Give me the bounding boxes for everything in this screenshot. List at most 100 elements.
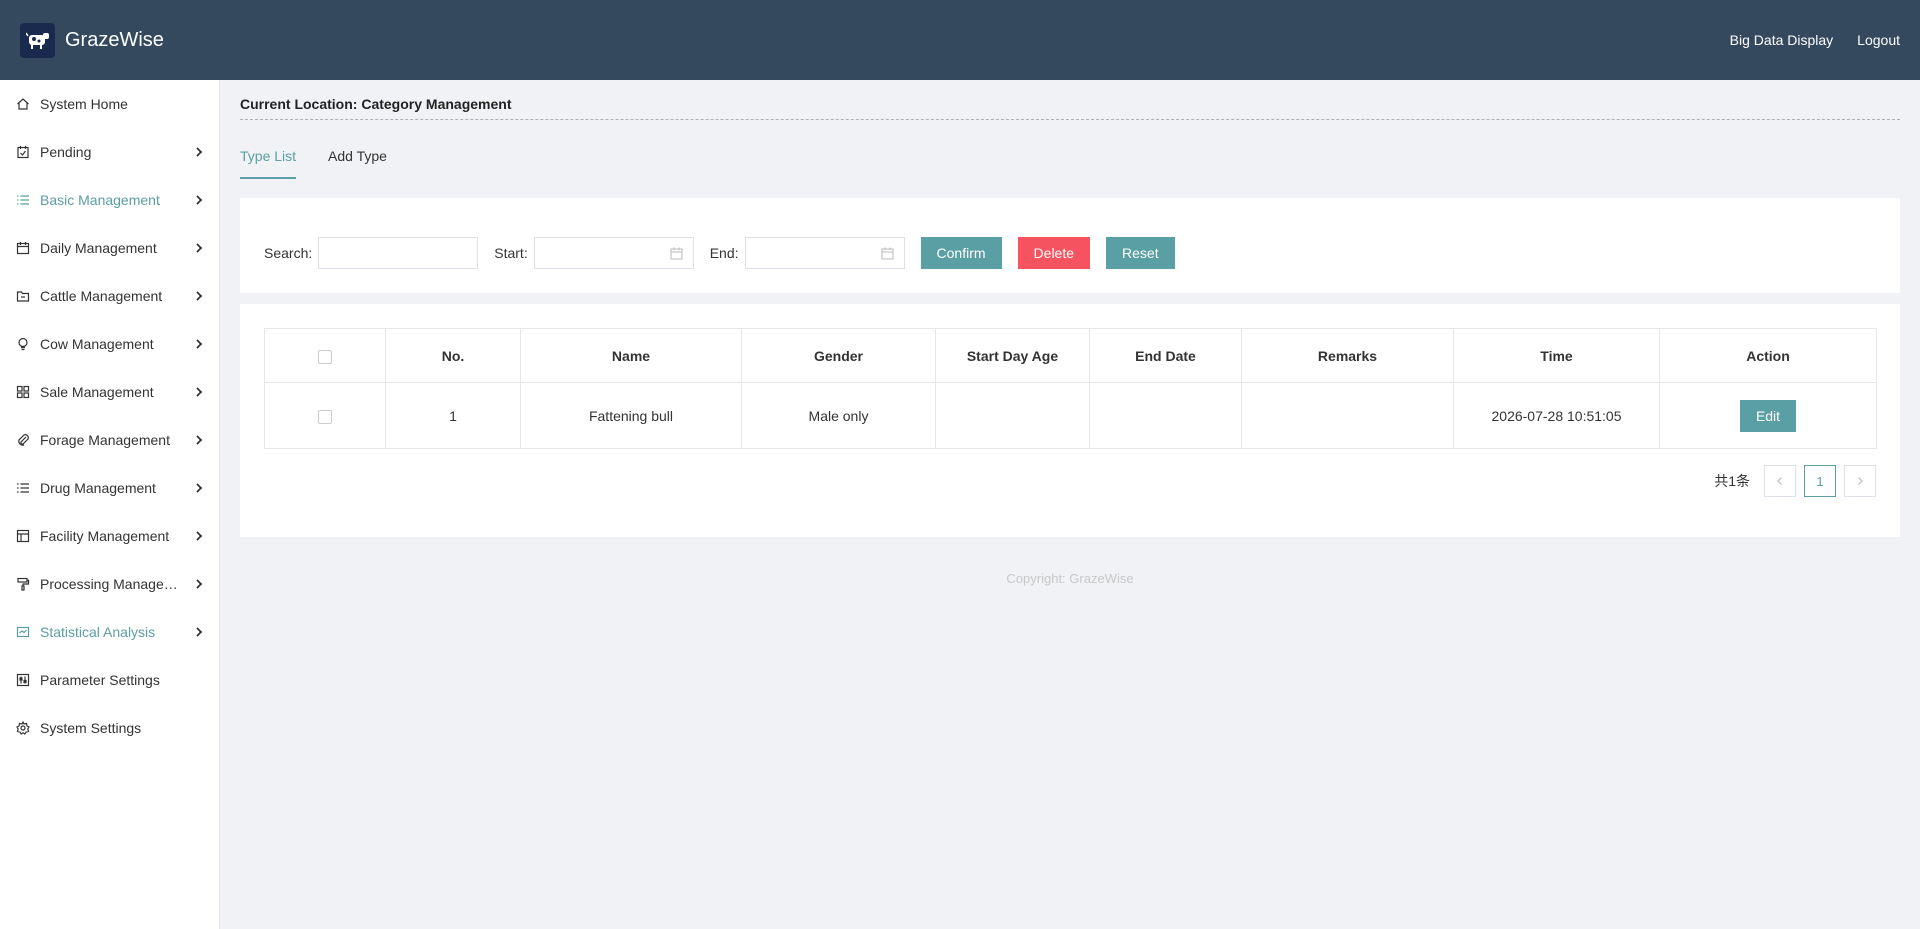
big-data-display-link[interactable]: Big Data Display bbox=[1730, 32, 1834, 48]
list-icon bbox=[16, 193, 30, 207]
select-all-cell bbox=[264, 328, 386, 383]
sidebar-item-label: Pending bbox=[40, 144, 92, 160]
select-all-checkbox[interactable] bbox=[318, 349, 332, 364]
brand-name: GrazeWise bbox=[65, 28, 164, 51]
sidebar-item-label: Parameter Settings bbox=[40, 672, 160, 688]
chevron-left-icon bbox=[1777, 477, 1782, 485]
column-header: Name bbox=[520, 328, 742, 383]
sliders-icon bbox=[16, 673, 30, 687]
row-checkbox[interactable] bbox=[318, 409, 332, 424]
bulb-icon bbox=[16, 337, 30, 351]
table-header-row: No. Name Gender Start Day Age End Date R… bbox=[264, 328, 1877, 383]
column-header: Start Day Age bbox=[935, 328, 1090, 383]
sidebar-item-cattle-management[interactable]: Cattle Management bbox=[0, 272, 219, 320]
chevron-right-icon bbox=[196, 579, 203, 589]
calendar-icon bbox=[16, 241, 30, 255]
cow-logo-icon bbox=[20, 22, 55, 58]
tab-add-type[interactable]: Add Type bbox=[328, 148, 387, 179]
chart-icon bbox=[16, 625, 30, 639]
table-row: 1 Fattening bull Male only 2026-07-28 10… bbox=[264, 382, 1877, 449]
sidebar-item-system-home[interactable]: System Home bbox=[0, 80, 219, 128]
sidebar-item-label: Facility Management bbox=[40, 528, 170, 544]
chevron-right-icon bbox=[196, 195, 203, 205]
cell-start-day-age bbox=[935, 382, 1090, 449]
sidebar-item-cow-management[interactable]: Cow Management bbox=[0, 320, 219, 368]
page-number-button[interactable]: 1 bbox=[1804, 465, 1836, 497]
calendar-icon bbox=[881, 247, 894, 260]
chevron-right-icon bbox=[196, 435, 203, 445]
home-icon bbox=[16, 97, 30, 111]
sidebar-item-label: System Home bbox=[40, 96, 128, 112]
confirm-button[interactable]: Confirm bbox=[920, 237, 1002, 269]
column-header: Gender bbox=[741, 328, 936, 383]
search-field bbox=[318, 237, 479, 269]
type-table: No. Name Gender Start Day Age End Date R… bbox=[264, 328, 1877, 449]
chevron-right-icon bbox=[196, 387, 203, 397]
sidebar-item-label: Statistical Analysis bbox=[40, 624, 156, 640]
chevron-right-icon bbox=[196, 291, 203, 301]
sidebar-item-statistical-analysis[interactable]: Statistical Analysis bbox=[0, 608, 219, 656]
folder-icon bbox=[16, 289, 30, 303]
sidebar-item-processing-management[interactable]: Processing Management bbox=[0, 560, 219, 608]
sidebar-item-label: Drug Management bbox=[40, 480, 156, 496]
column-header: Remarks bbox=[1241, 328, 1454, 383]
sidebar-item-label: Cow Management bbox=[40, 336, 154, 352]
sidebar-item-label: Daily Management bbox=[40, 240, 157, 256]
breadcrumb: Current Location: Category Management bbox=[240, 96, 1900, 120]
pagination: 共1条 1 bbox=[1714, 465, 1876, 497]
sidebar-item-label: Forage Management bbox=[40, 432, 170, 448]
delete-button[interactable]: Delete bbox=[1017, 237, 1091, 269]
cell-gender: Male only bbox=[741, 382, 936, 449]
sidebar-item-facility-management[interactable]: Facility Management bbox=[0, 512, 219, 560]
sidebar-item-daily-management[interactable]: Daily Management bbox=[0, 224, 219, 272]
sidebar-item-parameter-settings[interactable]: Parameter Settings bbox=[0, 656, 219, 704]
column-header: Action bbox=[1659, 328, 1877, 383]
main-content: Current Location: Category Management Ty… bbox=[220, 80, 1920, 929]
edit-button[interactable]: Edit bbox=[1739, 399, 1797, 432]
calendar-icon bbox=[670, 247, 683, 260]
chevron-right-icon bbox=[196, 531, 203, 541]
row-select-cell bbox=[264, 382, 386, 449]
chevron-right-icon bbox=[196, 339, 203, 349]
chevron-right-icon bbox=[196, 483, 203, 493]
gear-icon bbox=[16, 721, 30, 735]
next-page-button[interactable] bbox=[1844, 465, 1876, 497]
copyright: Copyright: GrazeWise bbox=[1006, 571, 1134, 586]
grid-icon bbox=[16, 385, 30, 399]
top-header: GrazeWise Big Data Display Logout bbox=[0, 0, 1920, 80]
end-date-label: End: bbox=[709, 245, 739, 261]
search-label: Search: bbox=[264, 245, 313, 261]
sidebar-item-system-settings[interactable]: System Settings bbox=[0, 704, 219, 752]
sidebar-item-drug-management[interactable]: Drug Management bbox=[0, 464, 219, 512]
start-date-field bbox=[533, 237, 694, 269]
column-header: Time bbox=[1453, 328, 1660, 383]
brand[interactable]: GrazeWise bbox=[20, 22, 164, 58]
column-header: No. bbox=[385, 328, 521, 383]
chevron-right-icon bbox=[196, 243, 203, 253]
sidebar-item-sale-management[interactable]: Sale Management bbox=[0, 368, 219, 416]
end-date-field bbox=[744, 237, 905, 269]
cell-remarks bbox=[1241, 382, 1454, 449]
cell-time: 2026-07-28 10:51:05 bbox=[1453, 382, 1660, 449]
paperclip-icon bbox=[16, 433, 30, 447]
chevron-right-icon bbox=[196, 627, 203, 637]
sidebar-item-forage-management[interactable]: Forage Management bbox=[0, 416, 219, 464]
total-count: 共1条 bbox=[1714, 473, 1750, 489]
sidebar-item-label: Sale Management bbox=[40, 384, 154, 400]
sidebar-item-basic-management[interactable]: Basic Management bbox=[0, 176, 219, 224]
search-input[interactable] bbox=[319, 238, 478, 268]
tab-type-list[interactable]: Type List bbox=[240, 148, 297, 179]
prev-page-button[interactable] bbox=[1764, 465, 1796, 497]
sidebar: System Home Pending Basic Management Dai… bbox=[0, 80, 220, 929]
sidebar-item-pending[interactable]: Pending bbox=[0, 128, 219, 176]
reset-button[interactable]: Reset bbox=[1106, 237, 1175, 269]
cell-name: Fattening bull bbox=[520, 382, 742, 449]
sidebar-item-label: System Settings bbox=[40, 720, 142, 736]
sidebar-item-label: Basic Management bbox=[40, 192, 160, 208]
paint-roller-icon bbox=[16, 577, 30, 591]
cell-action: Edit bbox=[1659, 382, 1877, 449]
filter-panel: Search: Start: End: Confirm Delete Reset bbox=[240, 198, 1900, 293]
sidebar-item-label: Processing Management bbox=[40, 576, 185, 592]
logout-link[interactable]: Logout bbox=[1857, 32, 1900, 48]
list-icon bbox=[16, 481, 30, 495]
